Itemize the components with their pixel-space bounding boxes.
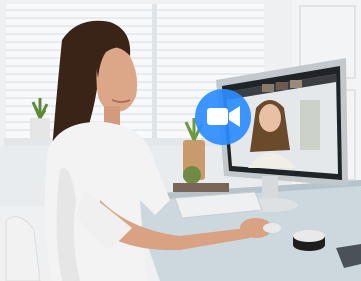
smart-speaker <box>293 230 325 251</box>
plant-left <box>30 98 50 140</box>
zoom-video-camera-icon <box>195 89 251 145</box>
mouse <box>263 223 281 233</box>
book-stack <box>173 183 229 192</box>
photo-scene <box>0 0 361 281</box>
